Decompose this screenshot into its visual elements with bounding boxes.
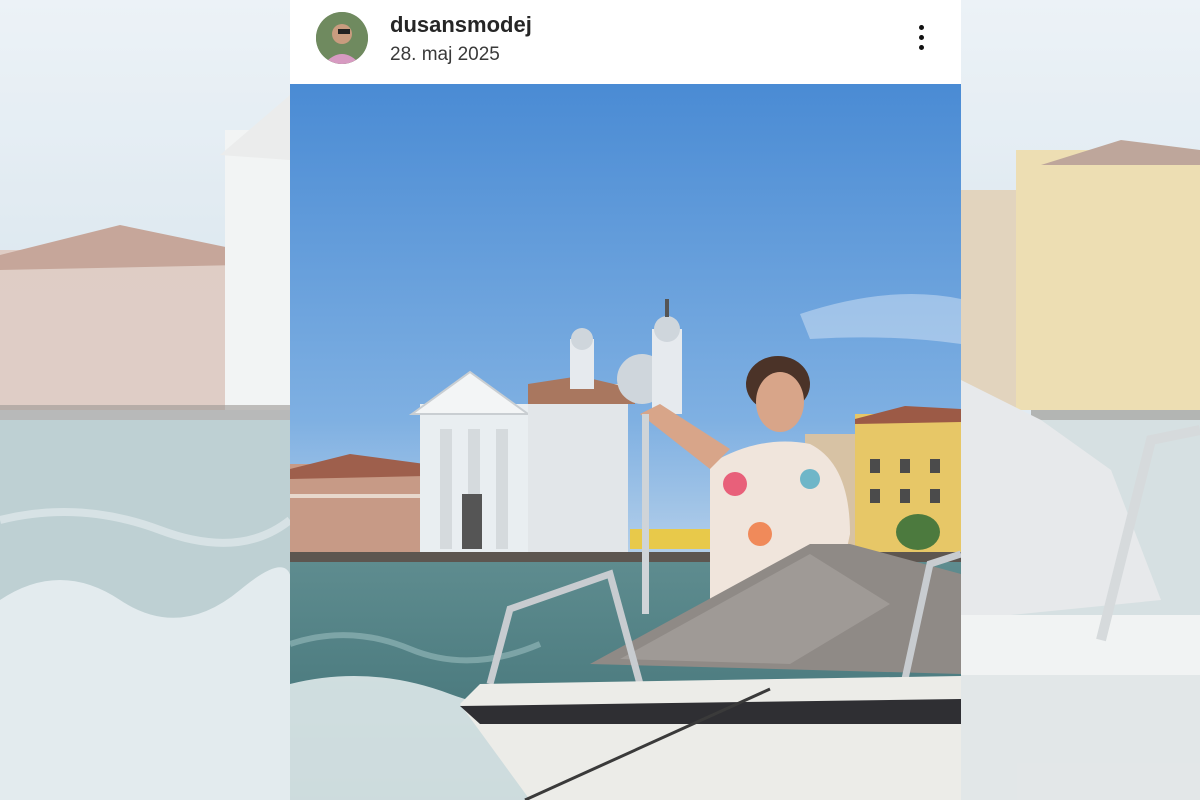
profile-avatar[interactable] [316,12,368,64]
instagram-post-card: dusansmodej 28. maj 2025 [290,0,961,800]
post-date: 28. maj 2025 [390,44,500,65]
background-left-blur [0,0,290,800]
more-options-button[interactable] [908,18,936,58]
avatar-image [316,12,368,64]
post-photo[interactable] [290,84,961,800]
post-header: dusansmodej 28. maj 2025 [290,0,961,84]
venice-scene-illustration [290,84,961,800]
post-username[interactable]: dusansmodej [390,12,532,38]
background-right-blur [961,0,1200,800]
